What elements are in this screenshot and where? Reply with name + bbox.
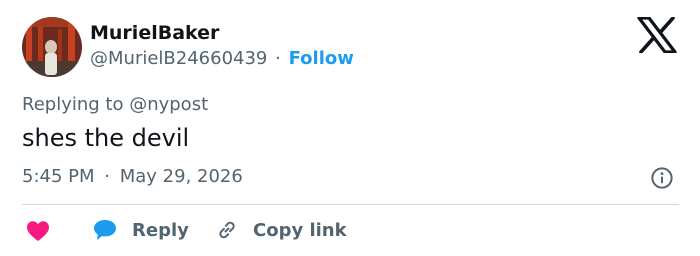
heart-icon[interactable] — [26, 220, 50, 242]
reply-button[interactable]: Reply — [92, 216, 189, 244]
divider — [22, 204, 679, 205]
copy-link-button[interactable]: Copy link — [215, 216, 347, 244]
follow-button[interactable]: Follow — [289, 48, 354, 69]
tweet-embed-card: MurielBaker @MurielB24660439 · Follow Re… — [0, 0, 700, 256]
tweet-text: shes the devil — [22, 124, 190, 152]
link-icon — [219, 221, 235, 239]
author-handle[interactable]: @MurielB24660439 — [90, 48, 267, 69]
info-icon[interactable] — [650, 166, 674, 190]
tweet-time: 5:45 PM — [22, 166, 95, 187]
tweet-date: May 29, 2026 — [119, 166, 243, 187]
avatar[interactable] — [22, 17, 82, 77]
tweet-timestamp[interactable]: 5:45 PM · May 29, 2026 — [22, 164, 243, 190]
handle-separator: · — [275, 48, 281, 69]
avatar-image — [22, 17, 82, 77]
x-logo-icon[interactable] — [637, 16, 677, 54]
replying-to-label[interactable]: Replying to @nypost — [22, 92, 208, 118]
timestamp-separator: · — [104, 166, 110, 187]
copy-link-label: Copy link — [253, 219, 347, 241]
author-display-name[interactable]: MurielBaker — [90, 20, 219, 46]
reply-label: Reply — [132, 219, 189, 241]
author-handle-row: @MurielB24660439 · Follow — [90, 46, 354, 72]
speech-bubble-icon — [94, 220, 116, 240]
action-bar: Reply Copy link — [0, 210, 700, 250]
